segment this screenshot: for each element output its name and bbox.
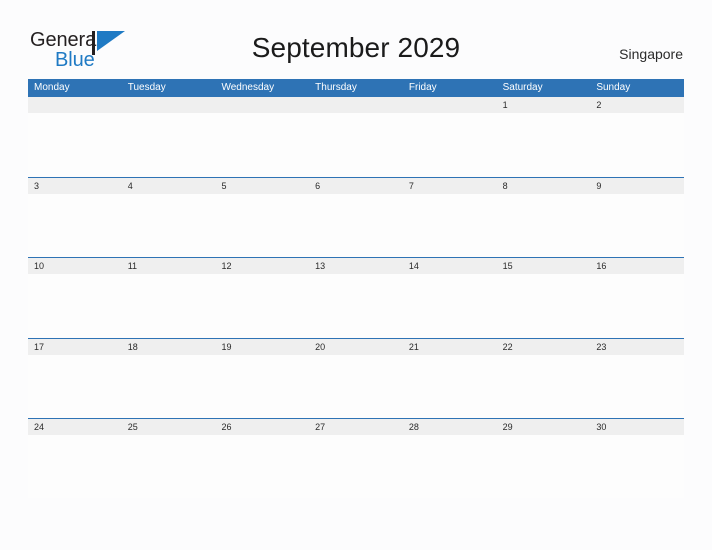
day-cell[interactable]: 6 [309, 178, 403, 194]
location-label: Singapore [619, 46, 683, 62]
week-row: 1 2 [28, 96, 684, 177]
day-cell[interactable]: 23 [590, 339, 684, 355]
day-cell[interactable]: 8 [497, 178, 591, 194]
day-cell[interactable]: 19 [215, 339, 309, 355]
day-cell[interactable]: 22 [497, 339, 591, 355]
day-cell[interactable]: 21 [403, 339, 497, 355]
day-cell[interactable]: 24 [28, 419, 122, 435]
day-cell[interactable]: 14 [403, 258, 497, 274]
day-cell[interactable]: 28 [403, 419, 497, 435]
day-cell[interactable] [215, 97, 309, 113]
week-notes-area[interactable] [28, 113, 684, 176]
week-row: 10 11 12 13 14 15 16 [28, 257, 684, 338]
calendar-page: General Blue September 2029 Singapore Mo… [0, 0, 712, 550]
day-cell[interactable]: 15 [497, 258, 591, 274]
day-cell[interactable]: 29 [497, 419, 591, 435]
week-date-band: 17 18 19 20 21 22 23 [28, 337, 684, 355]
weekday-monday: Monday [34, 82, 70, 93]
day-cell[interactable]: 4 [122, 178, 216, 194]
calendar-grid: Monday Tuesday Wednesday Thursday Friday… [28, 79, 684, 499]
day-cell[interactable]: 16 [590, 258, 684, 274]
day-cell[interactable]: 27 [309, 419, 403, 435]
page-title: September 2029 [251, 32, 461, 63]
day-cell[interactable]: 9 [590, 178, 684, 194]
day-cell[interactable]: 3 [28, 178, 122, 194]
week-row: 3 4 5 6 7 8 9 [28, 176, 684, 258]
day-cell[interactable]: 1 [497, 97, 591, 113]
week-date-band: 10 11 12 13 14 15 16 [28, 257, 684, 274]
week-date-band: 3 4 5 6 7 8 9 [28, 176, 684, 194]
day-cell[interactable]: 10 [28, 258, 122, 274]
page-header: General Blue September 2029 Singapore [0, 0, 712, 76]
day-cell[interactable]: 12 [215, 258, 309, 274]
weekday-saturday: Saturday [502, 82, 543, 93]
day-cell[interactable] [28, 97, 122, 113]
day-cell[interactable]: 25 [122, 419, 216, 435]
week-notes-area[interactable] [28, 354, 684, 418]
day-cell[interactable]: 5 [215, 178, 309, 194]
weekday-friday: Friday [408, 82, 437, 93]
week-row: 17 18 19 20 21 22 23 [28, 337, 684, 419]
week-date-band: 24 25 26 27 28 29 30 [28, 418, 684, 435]
weekday-header-row: Monday Tuesday Wednesday Thursday Friday… [28, 79, 684, 96]
day-cell[interactable]: 18 [122, 339, 216, 355]
day-cell[interactable]: 20 [309, 339, 403, 355]
day-cell[interactable]: 7 [403, 178, 497, 194]
weekday-sunday: Sunday [596, 82, 631, 93]
day-cell[interactable]: 17 [28, 339, 122, 355]
day-cell[interactable]: 26 [215, 419, 309, 435]
weekday-thursday: Thursday [315, 82, 357, 93]
week-date-band: 1 2 [28, 96, 684, 113]
day-cell[interactable] [309, 97, 403, 113]
day-cell[interactable] [122, 97, 216, 113]
day-cell[interactable] [403, 97, 497, 113]
day-cell[interactable]: 30 [590, 419, 684, 435]
week-row: 24 25 26 27 28 29 30 [28, 418, 684, 499]
day-cell[interactable]: 2 [590, 97, 684, 113]
weekday-tuesday: Tuesday [127, 82, 166, 93]
week-notes-area[interactable] [28, 193, 684, 257]
week-notes-area[interactable] [28, 274, 684, 337]
week-notes-area[interactable] [28, 435, 684, 498]
day-cell[interactable]: 13 [309, 258, 403, 274]
day-cell[interactable]: 11 [122, 258, 216, 274]
weekday-wednesday: Wednesday [221, 82, 275, 93]
